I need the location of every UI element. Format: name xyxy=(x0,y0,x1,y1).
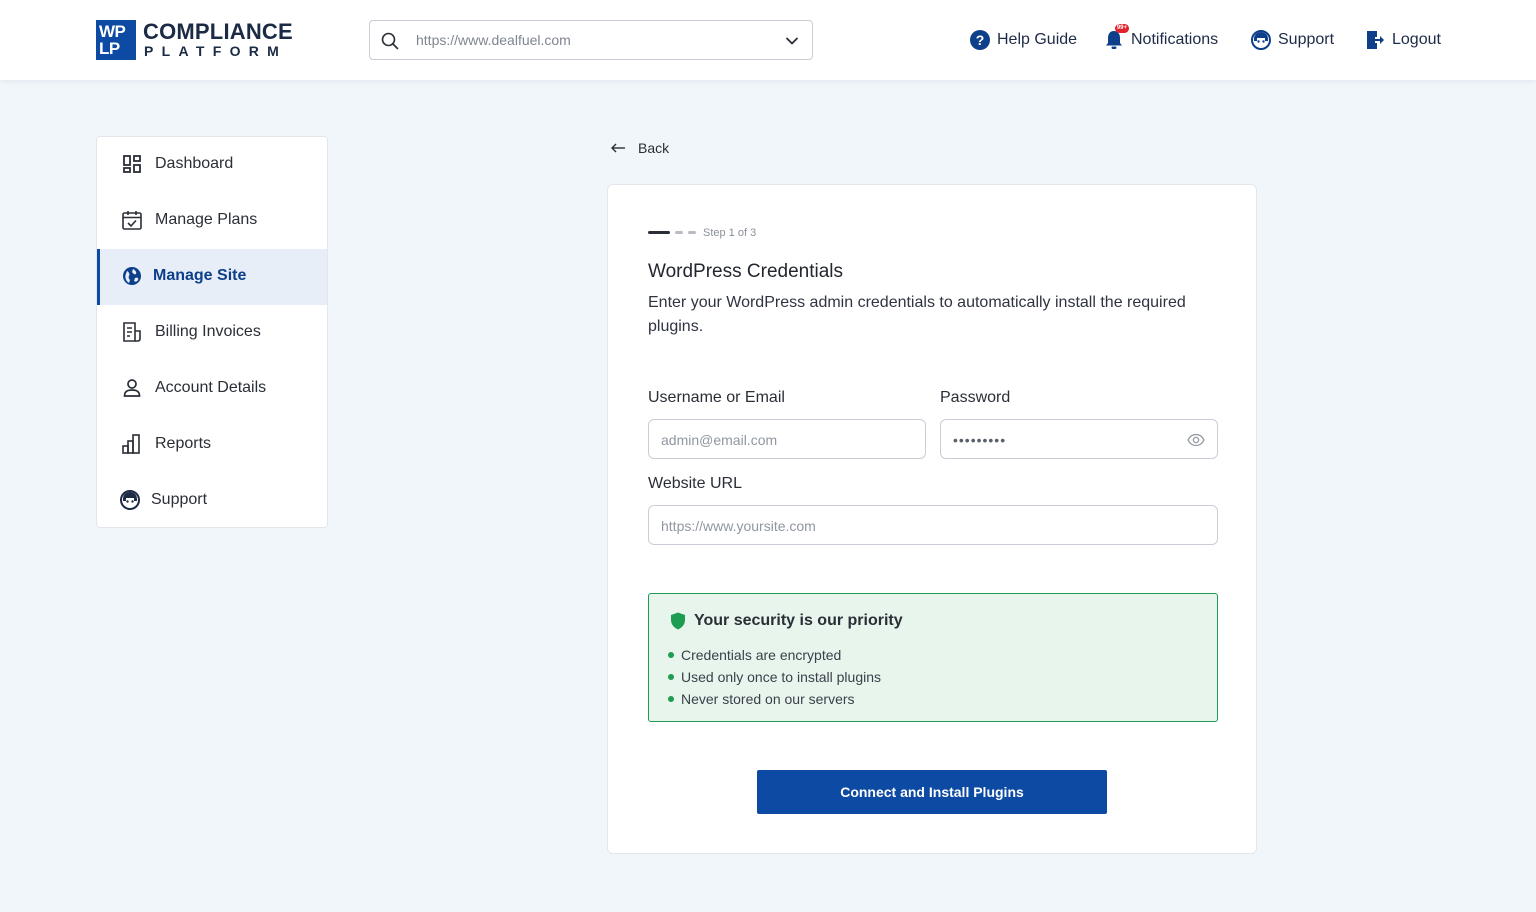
svg-text:?: ? xyxy=(976,32,985,48)
site-select[interactable]: https://www.dealfuel.com xyxy=(369,20,813,60)
bell-icon: 99+ xyxy=(1103,24,1129,51)
card-description: Enter your WordPress admin credentials t… xyxy=(648,294,1186,335)
support-link[interactable]: Support xyxy=(1250,28,1334,52)
logo-mark: WP LP xyxy=(96,20,136,60)
password-field[interactable]: ••••••••• xyxy=(940,419,1218,459)
arrow-left-icon xyxy=(611,143,625,153)
step-text: Step 1 of 3 xyxy=(703,227,757,239)
step-dash xyxy=(675,231,683,234)
sidebar-item-billing-invoices[interactable]: Billing Invoices xyxy=(97,305,327,361)
sidebar-item-reports[interactable]: Reports xyxy=(97,417,327,473)
username-field[interactable]: admin@email.com xyxy=(648,419,926,459)
back-label: Back xyxy=(638,140,670,156)
security-notice: Your security is our priority Credential… xyxy=(648,593,1218,722)
step-dash-active xyxy=(648,231,670,234)
top-header: WP LP COMPLIANCE PLATFORM https://www.de… xyxy=(0,0,1536,80)
globe-icon xyxy=(123,267,141,285)
back-link[interactable]: Back xyxy=(610,139,669,157)
eye-icon[interactable] xyxy=(1187,432,1205,448)
username-placeholder: admin@email.com xyxy=(661,432,778,448)
calendar-icon xyxy=(122,211,142,230)
logout-icon xyxy=(1367,31,1384,49)
search-icon xyxy=(381,32,399,50)
dashboard-icon xyxy=(123,155,141,173)
help-icon: ? xyxy=(970,30,990,50)
connect-install-button[interactable]: Connect and Install Plugins xyxy=(757,770,1107,814)
notifications-link[interactable]: 99+ Notifications xyxy=(1103,24,1218,52)
security-points: Credentials are encrypted Used only once… xyxy=(668,644,881,710)
step-dash xyxy=(688,231,696,234)
sidebar-item-manage-site[interactable]: Manage Site xyxy=(97,249,327,305)
brand-logo[interactable]: WP LP COMPLIANCE PLATFORM xyxy=(96,20,296,60)
site-select-value: https://www.dealfuel.com xyxy=(416,32,571,48)
security-point: Credentials are encrypted xyxy=(668,644,881,666)
website-url-field[interactable]: https://www.yoursite.com xyxy=(648,505,1218,545)
website-url-label: Website URL xyxy=(648,475,742,492)
password-label: Password xyxy=(940,389,1011,406)
sidebar-item-support[interactable]: Support xyxy=(97,473,327,529)
username-label: Username or Email xyxy=(648,389,785,406)
sidebar-nav: Dashboard Manage Plans Manage Site Billi… xyxy=(96,136,328,528)
card-title: WordPress Credentials xyxy=(648,261,844,282)
support-icon xyxy=(1251,30,1271,50)
notification-badge: 99+ xyxy=(1114,24,1129,33)
logo-title: COMPLIANCE xyxy=(143,19,293,44)
website-url-placeholder: https://www.yoursite.com xyxy=(661,518,816,534)
password-value: ••••••••• xyxy=(953,432,1007,448)
sidebar-item-manage-plans[interactable]: Manage Plans xyxy=(97,193,327,249)
security-title: Your security is our priority xyxy=(694,612,903,629)
logout-link[interactable]: Logout xyxy=(1364,28,1441,52)
chevron-down-icon xyxy=(786,37,798,45)
security-point: Used only once to install plugins xyxy=(668,666,881,688)
credentials-card: Step 1 of 3 WordPress Credentials Enter … xyxy=(607,184,1257,854)
support-icon xyxy=(120,490,140,510)
user-icon xyxy=(123,379,141,397)
help-guide-link[interactable]: ? Help Guide xyxy=(969,28,1077,52)
reports-icon xyxy=(122,434,140,454)
sidebar-item-account-details[interactable]: Account Details xyxy=(97,361,327,417)
sidebar-item-dashboard[interactable]: Dashboard xyxy=(97,137,327,193)
security-point: Never stored on our servers xyxy=(668,688,881,710)
shield-icon xyxy=(671,612,685,630)
invoice-icon xyxy=(123,322,141,342)
logo-subtitle: PLATFORM xyxy=(144,43,288,59)
